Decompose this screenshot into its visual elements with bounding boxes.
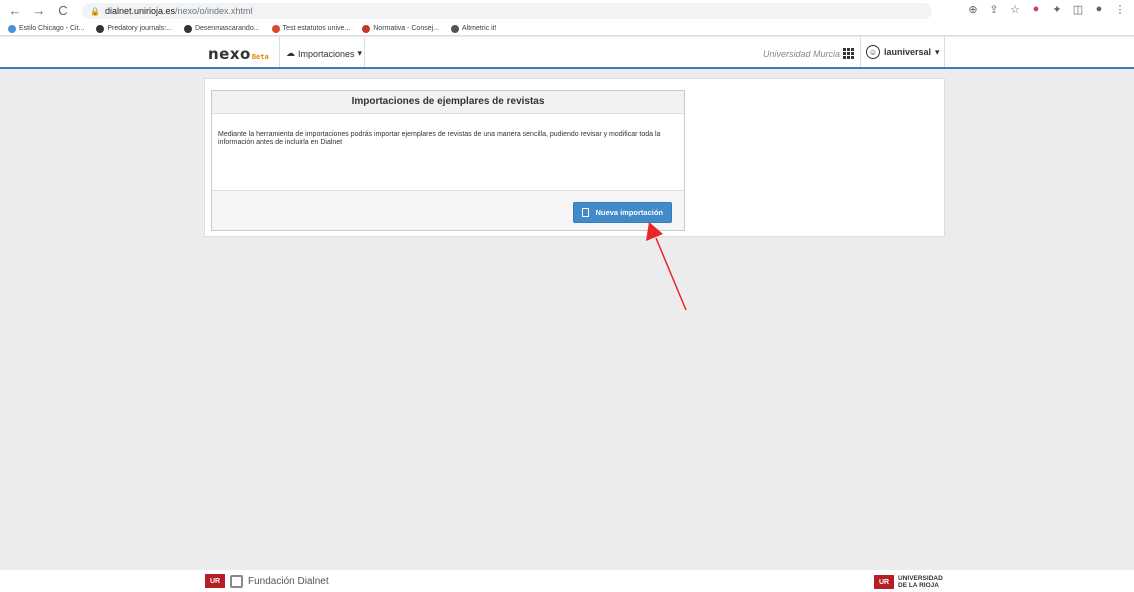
univ-line2: DE LA RIOJA: [898, 582, 939, 589]
fundacion-text: Fundación Dialnet: [248, 575, 329, 587]
page-footer: UR Fundación Dialnet UR UNIVERSIDAD DE LA…: [0, 570, 1134, 592]
ur-mark: UR: [874, 575, 894, 589]
universidad-rioja-logo: UR UNIVERSIDAD DE LA RIOJA: [874, 575, 943, 589]
univ-line1: UNIVERSIDAD: [898, 575, 943, 582]
annotation-arrow: [646, 222, 687, 311]
ur-mark: UR: [205, 574, 225, 588]
dialnet-icon: [230, 574, 243, 588]
fundacion-dialnet-logo: UR Fundación Dialnet: [205, 574, 329, 588]
